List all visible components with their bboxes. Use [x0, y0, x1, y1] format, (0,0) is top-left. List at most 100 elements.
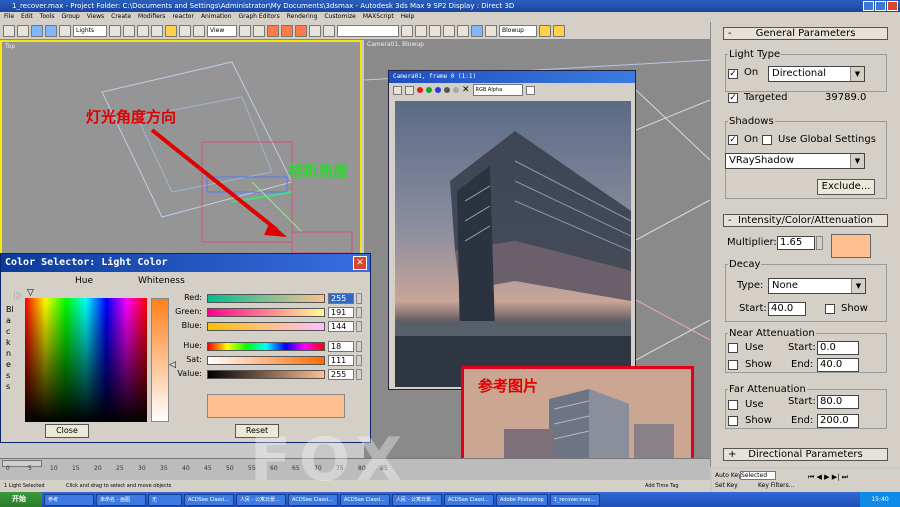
save-bitmap-icon[interactable]: [393, 85, 402, 95]
named-selection-set[interactable]: [337, 24, 399, 37]
menu-rendering[interactable]: Rendering: [287, 12, 318, 22]
taskbar-item[interactable]: ACDSee Classi...: [184, 493, 234, 506]
taskbar-item[interactable]: 1_recover.max...: [549, 493, 600, 506]
manipulate-icon[interactable]: [253, 24, 265, 37]
sat-value-input[interactable]: 111: [328, 355, 354, 366]
menu-modifiers[interactable]: Modifiers: [138, 12, 165, 22]
menu-help[interactable]: Help: [401, 12, 415, 22]
taskbar-item[interactable]: ACDSee Classi...: [444, 493, 494, 506]
green-slider[interactable]: [207, 308, 325, 317]
frame-render-window[interactable]: Camera01, frame 0 (1:1) ✕ RGB Alpha: [388, 70, 636, 390]
use-global-settings-checkbox[interactable]: [762, 135, 772, 145]
rect-region-icon[interactable]: [137, 24, 149, 37]
close-window-button[interactable]: [887, 1, 898, 11]
key-mode-select[interactable]: Selected: [740, 471, 776, 480]
blue-spinner[interactable]: [356, 321, 362, 332]
intensity-rollout[interactable]: - Intensity/Color/Attenuation: [723, 214, 888, 227]
layer-icon[interactable]: [429, 24, 441, 37]
red-slider[interactable]: [207, 294, 325, 303]
green-spinner[interactable]: [356, 307, 362, 318]
far-end-input[interactable]: 200.0: [817, 414, 859, 428]
redo-icon[interactable]: [17, 24, 29, 37]
targeted-checkbox[interactable]: ✓: [728, 93, 738, 103]
clear-icon[interactable]: ✕: [462, 85, 470, 95]
hue-slider[interactable]: [207, 342, 325, 351]
light-on-checkbox[interactable]: ✓: [728, 69, 738, 79]
menu-reactor[interactable]: reactor: [172, 12, 194, 22]
window-crossing-icon[interactable]: [151, 24, 163, 37]
set-key-button[interactable]: Set Key: [715, 482, 738, 489]
reference-coord-select[interactable]: View: [207, 24, 237, 37]
value-value-input[interactable]: 255: [328, 369, 354, 380]
general-parameters-rollout[interactable]: - General Parameters: [723, 27, 888, 40]
decay-type-dropdown[interactable]: None ▼: [768, 278, 866, 294]
light-color-swatch[interactable]: [831, 234, 871, 258]
mono-icon[interactable]: [453, 87, 459, 93]
render-setup-icon[interactable]: [485, 24, 497, 37]
red-value-input[interactable]: 255: [328, 293, 354, 304]
taskbar-item[interactable]: 无: [148, 493, 182, 506]
frame-window-title[interactable]: Camera01, frame 0 (1:1): [389, 71, 635, 83]
near-use-checkbox[interactable]: [728, 343, 738, 353]
top-viewport[interactable]: Top 灯光角度方向 相机角度: [0, 40, 362, 255]
color-selector-close-icon[interactable]: ✕: [353, 256, 367, 270]
playback-icons[interactable]: ⏮ ◀ ▶ ▶| ⏭: [808, 473, 848, 482]
align-icon[interactable]: [415, 24, 427, 37]
decay-show-checkbox[interactable]: [825, 304, 835, 314]
light-type-dropdown[interactable]: Directional ▼: [768, 66, 865, 82]
multiplier-input[interactable]: 1.65: [777, 236, 815, 250]
alpha-channel-icon[interactable]: [444, 87, 450, 93]
key-filters-button[interactable]: Key Filters...: [758, 482, 795, 489]
auto-key-button[interactable]: Auto Key: [715, 472, 742, 479]
color-selector-dialog[interactable]: Color Selector: Light Color ✕ Hue Whiten…: [0, 253, 371, 443]
shadow-type-dropdown[interactable]: VRayShadow ▼: [725, 153, 865, 169]
far-show-checkbox[interactable]: [728, 416, 738, 426]
menu-file[interactable]: File: [4, 12, 14, 22]
hue-spinner[interactable]: [356, 341, 362, 352]
menu-create[interactable]: Create: [111, 12, 131, 22]
menu-maxscript[interactable]: MAXScript: [363, 12, 394, 22]
blue-value-input[interactable]: 144: [328, 321, 354, 332]
sat-spinner[interactable]: [356, 355, 362, 366]
render-type-select[interactable]: Blowup: [499, 24, 537, 37]
menu-animation[interactable]: Animation: [201, 12, 232, 22]
exclude-button[interactable]: Exclude...: [817, 179, 875, 195]
taskbar-item[interactable]: 参考: [44, 493, 94, 506]
value-spinner[interactable]: [356, 369, 362, 380]
taskbar-item[interactable]: 人民 - 公寓日景...: [392, 493, 442, 506]
near-show-checkbox[interactable]: [728, 360, 738, 370]
clone-window-icon[interactable]: [405, 85, 414, 95]
minimize-button[interactable]: [863, 1, 874, 11]
near-end-input[interactable]: 40.0: [817, 358, 859, 372]
selection-filter-select[interactable]: Lights: [73, 24, 107, 37]
far-use-checkbox[interactable]: [728, 400, 738, 410]
blue-channel-icon[interactable]: [435, 87, 441, 93]
taskbar-item[interactable]: 未命名 - 画图: [96, 493, 146, 506]
blue-slider[interactable]: [207, 322, 325, 331]
unlink-icon[interactable]: [45, 24, 57, 37]
bind-space-warp-icon[interactable]: [59, 24, 71, 37]
rotate-icon[interactable]: [179, 24, 191, 37]
far-start-input[interactable]: 80.0: [817, 395, 859, 409]
spinner-snap-icon[interactable]: [309, 24, 321, 37]
taskbar-item[interactable]: Adobe Photoshop: [496, 493, 548, 506]
select-by-name-icon[interactable]: [123, 24, 135, 37]
near-start-input[interactable]: 0.0: [817, 341, 859, 355]
menu-customize[interactable]: Customize: [324, 12, 356, 22]
undo-icon[interactable]: [3, 24, 15, 37]
red-spinner[interactable]: [356, 293, 362, 304]
menu-edit[interactable]: Edit: [21, 12, 33, 22]
taskbar-item[interactable]: ACDSee Classi...: [340, 493, 390, 506]
whiteness-pointer-icon[interactable]: ▽: [27, 288, 34, 298]
hue-blackness-picker[interactable]: [25, 298, 147, 422]
angle-snap-icon[interactable]: [281, 24, 293, 37]
taskbar-item[interactable]: 人民 - 公寓日景...: [236, 493, 286, 506]
taskbar-item[interactable]: ACDSee Classi...: [288, 493, 338, 506]
mirror-icon[interactable]: [401, 24, 413, 37]
quick-render-icon[interactable]: [539, 24, 551, 37]
menu-views[interactable]: Views: [87, 12, 104, 22]
color-swatch-icon[interactable]: [525, 85, 535, 95]
material-editor-icon[interactable]: [471, 24, 483, 37]
select-object-icon[interactable]: [109, 24, 121, 37]
menu-tools[interactable]: Tools: [40, 12, 55, 22]
